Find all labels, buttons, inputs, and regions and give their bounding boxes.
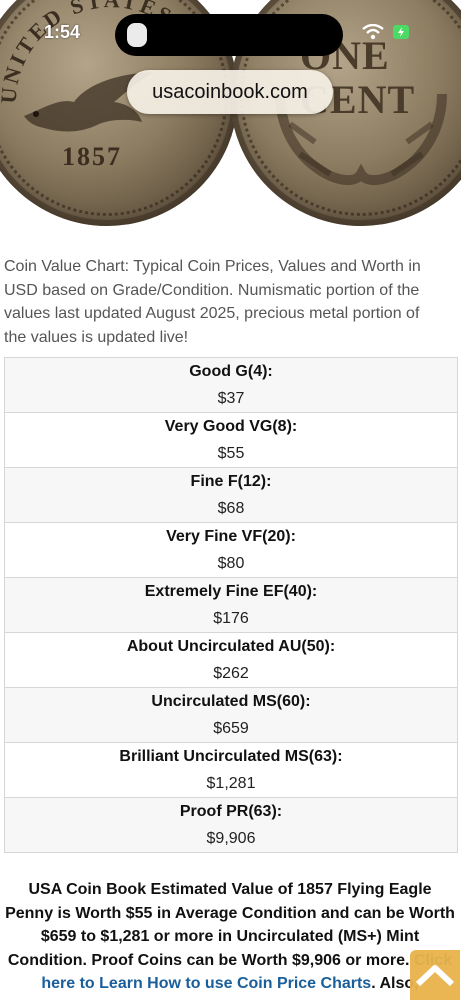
flashlight-icon — [127, 23, 147, 47]
table-row: Fine F(12): $68 — [5, 468, 457, 523]
grade-label: Extremely Fine EF(40): — [144, 583, 318, 600]
obverse-date: 1857 — [62, 142, 122, 171]
table-row: Extremely Fine EF(40): $176 — [5, 578, 457, 633]
grade-label: About Uncirculated AU(50): — [126, 638, 336, 655]
table-row: About Uncirculated AU(50): $262 — [5, 633, 457, 688]
coin-hero-image: UNITED STATES OF 1857 ONE CENT 1:54 usac… — [0, 0, 461, 232]
grade-value: $37 — [217, 390, 245, 407]
grade-label: Very Fine VF(20): — [166, 528, 296, 545]
table-row: Good G(4): $37 — [5, 358, 457, 413]
table-row: Brilliant Uncirculated MS(63): $1,281 — [5, 743, 457, 798]
grade-value: $659 — [213, 720, 249, 737]
table-row: Very Fine VF(20): $80 — [5, 523, 457, 578]
grade-value: $68 — [217, 500, 245, 517]
wifi-icon — [362, 24, 384, 40]
grade-value: $262 — [213, 665, 249, 682]
grade-value-table: Good G(4): $37 Very Good VG(8): $55 Fine… — [4, 357, 458, 853]
scroll-to-top-icon — [415, 965, 455, 987]
grade-value: $80 — [217, 555, 245, 572]
grade-value: $9,906 — [206, 830, 256, 847]
summary-text: USA Coin Book Estimated Value of 1857 Fl… — [5, 881, 455, 969]
grade-label: Fine F(12): — [190, 473, 272, 490]
grade-label: Uncirculated MS(60): — [151, 693, 311, 710]
grade-value: $176 — [213, 610, 249, 627]
table-row: Uncirculated MS(60): $659 — [5, 688, 457, 743]
table-row: Proof PR(63): $9,906 — [5, 798, 457, 852]
grade-label: Proof PR(63): — [179, 803, 283, 820]
grade-value: $1,281 — [206, 775, 256, 792]
value-chart-description: Coin Value Chart: Typical Coin Prices, V… — [4, 258, 421, 346]
status-time: 1:54 — [44, 22, 81, 42]
value-summary: USA Coin Book Estimated Value of 1857 Fl… — [4, 878, 456, 996]
table-row: Very Good VG(8): $55 — [5, 413, 457, 468]
url-bar[interactable]: usacoinbook.com — [127, 70, 333, 114]
battery-charging-icon — [393, 25, 409, 39]
grade-label: Brilliant Uncirculated MS(63): — [119, 748, 343, 765]
grade-label: Very Good VG(8): — [164, 418, 298, 435]
scroll-to-top-button[interactable] — [410, 950, 460, 1000]
grade-value: $55 — [217, 445, 245, 462]
dynamic-island — [115, 14, 343, 56]
grade-label: Good G(4): — [189, 363, 273, 380]
